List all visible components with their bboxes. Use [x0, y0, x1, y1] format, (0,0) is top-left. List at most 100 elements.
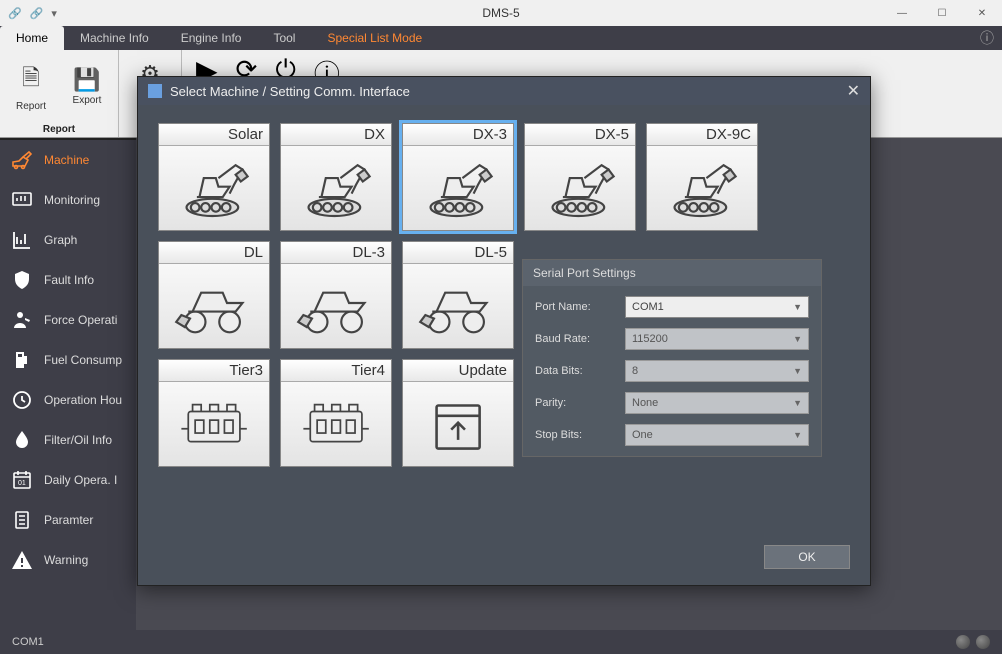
machine-tile-dx[interactable]: DX: [280, 123, 392, 231]
sidebar-item-label: Filter/Oil Info: [44, 433, 112, 447]
sidebar-item-excavator[interactable]: Machine: [0, 140, 136, 180]
settings-title: Serial Port Settings: [523, 260, 821, 286]
sidebar-item-label: Force Operati: [44, 313, 117, 327]
info-icon[interactable]: ⓘ: [980, 26, 994, 50]
machine-tile-tier3[interactable]: Tier3: [158, 359, 270, 467]
app-title: DMS-5: [482, 6, 519, 20]
sidebar-item-fuel[interactable]: Fuel Consump: [0, 340, 136, 380]
parity-label: Parity:: [535, 397, 625, 409]
machine-tile-dl-3[interactable]: DL-3: [280, 241, 392, 349]
tile-label: Update: [403, 360, 513, 382]
sidebar-item-shield[interactable]: Fault Info: [0, 260, 136, 300]
machine-tile-dl-5[interactable]: DL-5: [402, 241, 514, 349]
tab-home[interactable]: Home: [0, 26, 64, 50]
status-port: COM1: [12, 636, 44, 648]
maximize-button[interactable]: ☐: [922, 0, 962, 26]
sidebar-item-label: Fault Info: [44, 273, 94, 287]
excavator-icon: [403, 146, 513, 230]
sidebar-item-clock[interactable]: Operation Hou: [0, 380, 136, 420]
tab-tool[interactable]: Tool: [257, 26, 311, 50]
svg-text:01: 01: [18, 480, 26, 487]
minimize-button[interactable]: —: [882, 0, 922, 26]
tile-label: Solar: [159, 124, 269, 146]
machine-tile-update[interactable]: Update: [402, 359, 514, 467]
drop-icon: [10, 428, 34, 452]
shield-icon: [10, 268, 34, 292]
machine-tile-dx-5[interactable]: DX-5: [524, 123, 636, 231]
tile-label: DL-5: [403, 242, 513, 264]
tile-label: DL: [159, 242, 269, 264]
graph-icon: [10, 228, 34, 252]
sidebar-item-graph[interactable]: Graph: [0, 220, 136, 260]
tab-special-list-mode[interactable]: Special List Mode: [311, 26, 438, 50]
excavator-icon: [281, 146, 391, 230]
dialog-close-button[interactable]: ✕: [847, 81, 860, 101]
data-bits-label: Data Bits:: [535, 365, 625, 377]
engine-icon: [281, 382, 391, 466]
clock-icon: [10, 388, 34, 412]
ok-button[interactable]: OK: [764, 545, 850, 569]
machine-tile-dx-3[interactable]: DX-3: [402, 123, 514, 231]
status-dot: [956, 635, 970, 649]
tab-machine-info[interactable]: Machine Info: [64, 26, 165, 50]
dialog-title: Select Machine / Setting Comm. Interface: [170, 84, 410, 99]
machine-tile-dl[interactable]: DL: [158, 241, 270, 349]
warning-icon: [10, 548, 34, 572]
data-bits-select[interactable]: 8▼: [625, 360, 809, 382]
baud-rate-label: Baud Rate:: [535, 333, 625, 345]
person-icon: [10, 308, 34, 332]
sidebar-item-label: Monitoring: [44, 193, 100, 207]
sidebar-item-monitor[interactable]: Monitoring: [0, 180, 136, 220]
loader-icon: [403, 264, 513, 348]
sidebar-item-label: Operation Hou: [44, 393, 122, 407]
sidebar-item-label: Fuel Consump: [44, 353, 122, 367]
dropdown-icon[interactable]: ▾: [51, 7, 57, 20]
menu-tabs: Home Machine Info Engine Info Tool Speci…: [0, 26, 1002, 50]
machine-tile-dx-9c[interactable]: DX-9C: [646, 123, 758, 231]
fuel-icon: [10, 348, 34, 372]
sidebar-item-label: Graph: [44, 233, 77, 247]
tile-label: DX-9C: [647, 124, 757, 146]
sidebar-item-calendar[interactable]: 01 Daily Opera. I: [0, 460, 136, 500]
link-icon: 🔗: [8, 7, 22, 20]
loader-icon: [159, 264, 269, 348]
tile-label: Tier4: [281, 360, 391, 382]
excavator-icon: [10, 148, 34, 172]
serial-port-settings: Serial Port Settings Port Name: COM1▼ Ba…: [522, 259, 822, 457]
stop-bits-label: Stop Bits:: [535, 429, 625, 441]
stop-bits-select[interactable]: One▼: [625, 424, 809, 446]
close-button[interactable]: ✕: [962, 0, 1002, 26]
port-name-select[interactable]: COM1▼: [625, 296, 809, 318]
tab-engine-info[interactable]: Engine Info: [165, 26, 258, 50]
update-icon: [403, 382, 513, 466]
ribbon-report[interactable]: 🗎 Report: [8, 54, 54, 118]
sidebar-item-person[interactable]: Force Operati: [0, 300, 136, 340]
sidebar-item-label: Warning: [44, 553, 88, 567]
report-icon: 🗎: [22, 61, 40, 99]
ribbon-export[interactable]: 💾 Export: [64, 54, 110, 118]
tile-label: DL-3: [281, 242, 391, 264]
sidebar-item-warning[interactable]: Warning: [0, 540, 136, 580]
calendar-icon: 01: [10, 468, 34, 492]
machine-tile-solar[interactable]: Solar: [158, 123, 270, 231]
sidebar: Machine Monitoring Graph Fault Info Force Op…: [0, 138, 136, 630]
ribbon-group-caption: Report: [0, 122, 118, 137]
sidebar-item-label: Paramter: [44, 513, 93, 527]
loader-icon: [281, 264, 391, 348]
sidebar-item-clipboard[interactable]: Paramter: [0, 500, 136, 540]
dialog-icon: [148, 84, 162, 98]
link-icon: 🔗: [30, 7, 44, 20]
parity-select[interactable]: None▼: [625, 392, 809, 414]
status-dot: [976, 635, 990, 649]
sidebar-item-drop[interactable]: Filter/Oil Info: [0, 420, 136, 460]
excavator-icon: [525, 146, 635, 230]
sidebar-item-label: Daily Opera. I: [44, 473, 117, 487]
tile-label: Tier3: [159, 360, 269, 382]
machine-tile-tier4[interactable]: Tier4: [280, 359, 392, 467]
tile-label: DX-3: [403, 124, 513, 146]
excavator-icon: [159, 146, 269, 230]
monitor-icon: [10, 188, 34, 212]
baud-rate-select[interactable]: 115200▼: [625, 328, 809, 350]
clipboard-icon: [10, 508, 34, 532]
export-icon: 💾: [73, 67, 100, 93]
